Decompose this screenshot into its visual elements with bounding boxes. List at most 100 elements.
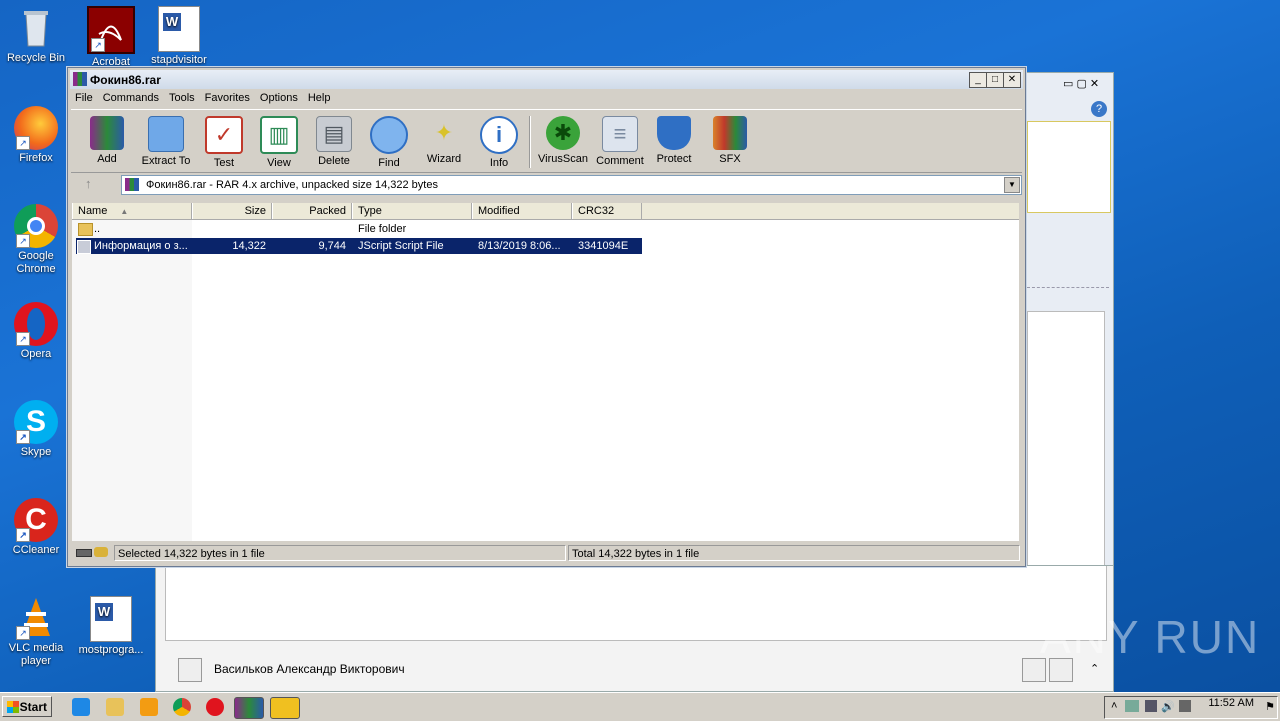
delete-button[interactable]: ▤ Delete bbox=[306, 114, 362, 167]
winrar-app-icon bbox=[73, 72, 87, 86]
wizard-button[interactable]: ✦ Wizard bbox=[416, 114, 472, 165]
menu-file[interactable]: File bbox=[70, 90, 98, 104]
desktop-icon-acrobat[interactable]: ↗ Acrobat bbox=[76, 6, 146, 69]
menu-commands[interactable]: Commands bbox=[98, 90, 164, 104]
toolbar-label: Test bbox=[213, 157, 235, 169]
status-selected: Selected 14,322 bytes in 1 file bbox=[114, 545, 566, 561]
toolbar-label: SFX bbox=[719, 153, 741, 165]
minimize-button[interactable]: _ bbox=[969, 72, 987, 88]
word-doc-icon: W bbox=[158, 6, 200, 52]
add-button[interactable]: Add bbox=[79, 114, 135, 165]
view-button[interactable]: ▥ View bbox=[251, 114, 307, 169]
tray-expand-icon[interactable]: ˄ bbox=[1111, 700, 1117, 712]
start-button[interactable]: Start bbox=[2, 696, 52, 717]
network-icon[interactable] bbox=[1125, 700, 1139, 712]
shield-icon bbox=[657, 116, 691, 150]
firefox-icon: ↗ bbox=[14, 106, 58, 150]
display-icon[interactable] bbox=[1179, 700, 1191, 712]
up-arrow-icon[interactable]: ↑ bbox=[85, 176, 92, 191]
chrome-taskbar-icon[interactable] bbox=[173, 698, 191, 716]
test-button[interactable]: ✓ Test bbox=[196, 114, 252, 169]
sort-ascending-icon: ▲ bbox=[120, 207, 129, 216]
avatar bbox=[178, 658, 202, 682]
toolbar-label: Find bbox=[378, 157, 400, 169]
toolbar: Add Extract To ✓ Test ▥ View ▤ Delete Find … bbox=[71, 109, 1022, 173]
add-archive-icon bbox=[90, 116, 124, 150]
menu-tools[interactable]: Tools bbox=[164, 90, 200, 104]
desktop-icon-label: Skype bbox=[20, 446, 52, 458]
file-list[interactable]: .. File folder Информация о з... 14,322 … bbox=[72, 220, 1019, 541]
desktop-icon-firefox[interactable]: ↗ Firefox bbox=[1, 106, 71, 165]
info-icon: i bbox=[480, 116, 518, 154]
media-player-icon[interactable] bbox=[140, 698, 158, 716]
recycle-bin-icon bbox=[14, 6, 58, 50]
wand-icon: ✦ bbox=[434, 120, 454, 145]
column-crc32[interactable]: CRC32 bbox=[572, 203, 642, 219]
desktop-icon-label: Firefox bbox=[19, 152, 53, 164]
find-button[interactable]: Find bbox=[361, 114, 417, 169]
path-dropdown[interactable]: Фокин86.rar - RAR 4.x archive, unpacked … bbox=[121, 175, 1022, 195]
dropdown-arrow-icon[interactable]: ▼ bbox=[1004, 177, 1020, 193]
opera-taskbar-icon[interactable] bbox=[206, 698, 224, 716]
desktop-icon-skype[interactable]: S ↗ Skype bbox=[1, 400, 71, 459]
status-total: Total 14,322 bytes in 1 file bbox=[568, 545, 1020, 561]
desktop-icon-opera[interactable]: ↗ Opera bbox=[1, 302, 71, 361]
desktop-icon-vlc[interactable]: ↗ VLC media player bbox=[1, 596, 71, 668]
desktop-icon-recycle-bin[interactable]: Recycle Bin bbox=[1, 6, 71, 65]
list-item-selected[interactable]: Информация о з... 14,322 9,744 JScript S… bbox=[76, 238, 642, 254]
menu-help[interactable]: Help bbox=[303, 90, 336, 104]
row-type: JScript Script File bbox=[358, 240, 444, 252]
flag-icon[interactable]: ⚑ bbox=[1265, 700, 1275, 713]
close-button[interactable]: ✕ bbox=[1003, 72, 1021, 88]
desktop-icon-stapdvisitor[interactable]: W stapdvisitor bbox=[144, 6, 214, 67]
vlc-cone-icon: ↗ bbox=[14, 596, 58, 640]
outlook-taskbar-button[interactable] bbox=[270, 697, 300, 719]
background-window-controls[interactable]: ▭ ▢ ✕ bbox=[1063, 77, 1099, 90]
windows-logo-icon bbox=[7, 701, 19, 713]
ccleaner-icon: C ↗ bbox=[14, 498, 58, 542]
column-packed[interactable]: Packed bbox=[272, 203, 352, 219]
extract-to-button[interactable]: Extract To bbox=[138, 114, 194, 167]
help-icon[interactable]: ? bbox=[1091, 101, 1107, 117]
desktop-icon-ccleaner[interactable]: C ↗ CCleaner bbox=[1, 498, 71, 557]
maximize-button[interactable]: □ bbox=[986, 72, 1004, 88]
bug-icon: ✱ bbox=[546, 116, 580, 150]
internet-explorer-icon[interactable] bbox=[72, 698, 90, 716]
comment-button[interactable]: ≡ Comment bbox=[592, 114, 648, 167]
virusscan-button[interactable]: ✱ VirusScan bbox=[535, 114, 591, 165]
volume-icon[interactable]: 🔊 bbox=[1161, 700, 1175, 713]
row-size: 14,322 bbox=[232, 240, 266, 252]
column-modified[interactable]: Modified bbox=[472, 203, 572, 219]
desktop-icon-label: CCleaner bbox=[12, 544, 60, 556]
desktop-icon-label: VLC media player bbox=[8, 642, 64, 667]
tray-app-icon[interactable] bbox=[1145, 700, 1157, 712]
row-type: File folder bbox=[358, 223, 407, 235]
toolbar-label: VirusScan bbox=[538, 153, 588, 165]
winrar-window[interactable]: Фокин86.rar _ □ ✕ File Commands Tools Favor… bbox=[67, 67, 1026, 567]
toolbar-label: Wizard bbox=[426, 153, 462, 165]
drive-icon bbox=[76, 549, 92, 557]
winrar-taskbar-button[interactable] bbox=[234, 697, 264, 719]
column-header: Name ▲ Size Packed Type Modified CRC32 bbox=[72, 203, 1019, 220]
background-window-lower: Васильков Александр Викторович ⌃ bbox=[155, 565, 1114, 692]
title-bar[interactable]: Фокин86.rar _ □ ✕ bbox=[70, 70, 1023, 89]
chrome-icon: ↗ bbox=[14, 204, 58, 248]
protect-button[interactable]: Protect bbox=[646, 114, 702, 165]
column-name[interactable]: Name ▲ bbox=[72, 203, 192, 219]
winrar-archive-icon bbox=[125, 178, 139, 191]
clock[interactable]: 11:52 AM bbox=[1208, 697, 1254, 709]
column-type[interactable]: Type bbox=[352, 203, 472, 219]
desktop-icon-mostprogra[interactable]: W mostprogra... bbox=[76, 596, 146, 657]
toolbar-label: Protect bbox=[656, 153, 692, 165]
menu-options[interactable]: Options bbox=[255, 90, 303, 104]
sfx-button[interactable]: SFX bbox=[702, 114, 758, 165]
column-size[interactable]: Size bbox=[192, 203, 272, 219]
list-item-parent-folder[interactable]: .. File folder bbox=[72, 221, 642, 237]
file-explorer-icon[interactable] bbox=[106, 698, 124, 716]
info-button[interactable]: i Info bbox=[471, 114, 527, 169]
desktop-icon-label: stapdvisitor bbox=[151, 54, 207, 66]
menu-favorites[interactable]: Favorites bbox=[200, 90, 255, 104]
sfx-box-icon bbox=[713, 116, 747, 150]
column-name-label: Name bbox=[78, 205, 108, 217]
desktop-icon-chrome[interactable]: ↗ Google Chrome bbox=[1, 204, 71, 276]
